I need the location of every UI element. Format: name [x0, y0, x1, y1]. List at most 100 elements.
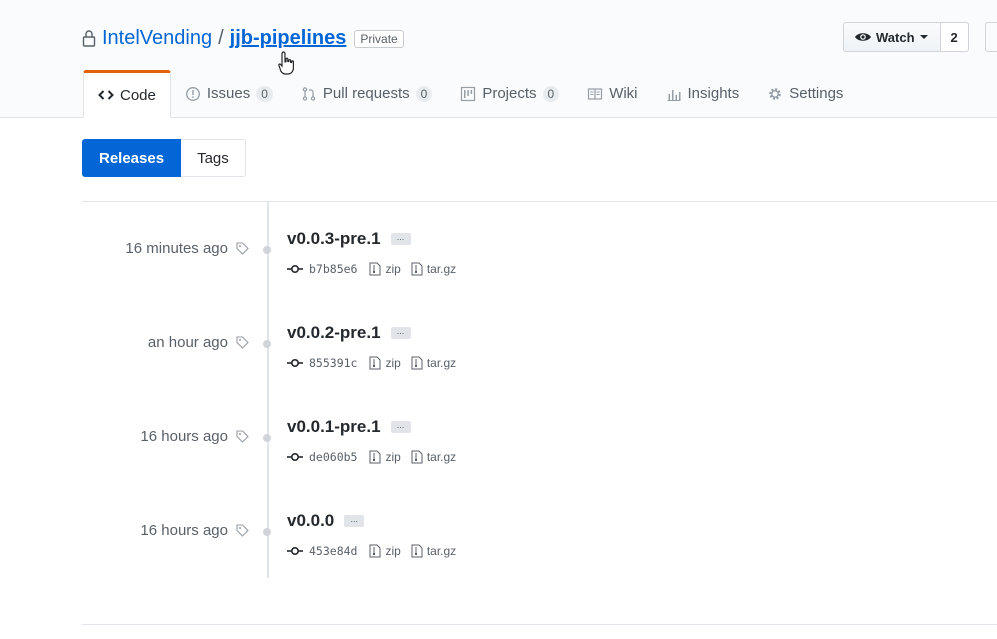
commit-sha-link[interactable]: 855391c	[309, 356, 357, 370]
file-zip-icon	[369, 356, 381, 370]
watch-button[interactable]: Watch	[843, 22, 941, 52]
release-name-link[interactable]: v0.0.0	[287, 511, 334, 531]
file-zip-icon	[411, 544, 423, 558]
repo-name-link[interactable]: jjb-pipelines	[230, 27, 347, 50]
tab-code[interactable]: Code	[83, 70, 171, 118]
release-entry: 16 hours ago v0.0.0 ... 453e84d zip tar.…	[0, 508, 997, 568]
release-date-text: 16 hours ago	[140, 522, 228, 539]
graph-icon	[667, 89, 681, 101]
file-zip-icon	[411, 356, 423, 370]
release-date: 16 hours ago	[140, 428, 249, 445]
release-entry: an hour ago v0.0.2-pre.1 ... 855391c zip…	[0, 320, 997, 380]
targz-label: tar.gz	[426, 262, 457, 276]
tab-label: Pull requests	[322, 85, 410, 102]
tab-pull-requests[interactable]: Pull requests 0	[287, 70, 446, 117]
issues-counter: 0	[256, 85, 273, 102]
download-targz-link[interactable]: tar.gz	[411, 262, 456, 276]
more-button[interactable]: ...	[390, 327, 411, 339]
zip-label: zip	[385, 544, 401, 558]
tab-label: Wiki	[609, 85, 638, 102]
timeline-dot	[263, 434, 271, 442]
repo-title: IntelVending / jjb-pipelines Private	[82, 24, 404, 52]
commit-icon	[287, 264, 303, 274]
watch-label: Watch	[876, 29, 915, 45]
download-zip-link[interactable]: zip	[369, 450, 401, 464]
download-zip-link[interactable]: zip	[369, 544, 401, 558]
release-title: v0.0.1-pre.1 ...	[287, 414, 411, 440]
tab-label: Issues	[206, 85, 251, 102]
repo-header: IntelVending / jjb-pipelines Private Wat…	[0, 0, 997, 118]
projects-counter: 0	[542, 85, 560, 102]
commit-sha-link[interactable]: de060b5	[309, 450, 357, 464]
commit-icon	[287, 358, 303, 368]
caret-down-icon	[919, 35, 928, 39]
download-zip-link[interactable]: zip	[369, 262, 401, 276]
tag-icon	[236, 524, 249, 537]
divider	[82, 201, 997, 202]
private-badge: Private	[354, 30, 404, 48]
releases-subnav: Releases Tags	[82, 139, 246, 177]
more-button[interactable]: ...	[390, 421, 411, 433]
pull-request-icon	[302, 86, 316, 101]
timeline-dot	[263, 528, 271, 536]
release-date-text: 16 hours ago	[140, 428, 228, 445]
commit-sha-link[interactable]: b7b85e6	[309, 262, 357, 276]
tab-settings[interactable]: Settings	[753, 70, 857, 117]
star-button-partial[interactable]	[985, 22, 997, 52]
repo-nav: Code Issues 0 Pull requests 0 Projects 0…	[83, 70, 857, 118]
tab-issues[interactable]: Issues 0	[171, 70, 287, 117]
release-date: 16 hours ago	[140, 522, 249, 539]
release-meta: de060b5 zip tar.gz	[287, 450, 466, 464]
issue-icon	[185, 86, 200, 101]
release-entry: 16 hours ago v0.0.1-pre.1 ... de060b5 zi…	[0, 414, 997, 474]
tab-label: Code	[120, 86, 156, 104]
commit-icon	[287, 452, 303, 462]
release-meta: 855391c zip tar.gz	[287, 356, 466, 370]
more-button[interactable]: ...	[344, 515, 365, 527]
release-title: v0.0.0 ...	[287, 508, 365, 534]
timeline-dot	[263, 246, 271, 254]
tags-button[interactable]: Tags	[181, 139, 246, 177]
pull-requests-counter: 0	[415, 85, 433, 102]
zip-label: zip	[385, 356, 401, 370]
watch-control: Watch 2	[843, 22, 969, 52]
tag-icon	[236, 242, 249, 255]
book-icon	[588, 87, 603, 100]
tab-projects[interactable]: Projects 0	[446, 70, 573, 117]
watch-count[interactable]: 2	[940, 22, 969, 52]
release-title: v0.0.2-pre.1 ...	[287, 320, 411, 346]
more-button[interactable]: ...	[390, 233, 411, 245]
releases-button[interactable]: Releases	[82, 139, 182, 177]
release-title: v0.0.3-pre.1 ...	[287, 226, 411, 252]
commit-sha-link[interactable]: 453e84d	[309, 544, 357, 558]
repo-owner-link[interactable]: IntelVending	[102, 27, 212, 50]
release-meta: 453e84d zip tar.gz	[287, 544, 466, 558]
release-name-link[interactable]: v0.0.1-pre.1	[287, 417, 381, 437]
file-zip-icon	[369, 544, 381, 558]
targz-label: tar.gz	[426, 356, 457, 370]
release-entry: 16 minutes ago v0.0.3-pre.1 ... b7b85e6 …	[0, 226, 997, 286]
file-zip-icon	[411, 262, 423, 276]
download-targz-link[interactable]: tar.gz	[411, 356, 456, 370]
download-targz-link[interactable]: tar.gz	[411, 450, 456, 464]
tag-icon	[236, 430, 249, 443]
path-separator: /	[218, 26, 224, 49]
download-targz-link[interactable]: tar.gz	[411, 544, 456, 558]
project-icon	[461, 86, 476, 101]
file-zip-icon	[411, 450, 423, 464]
tab-insights[interactable]: Insights	[652, 70, 754, 117]
file-zip-icon	[369, 450, 381, 464]
zip-label: zip	[385, 450, 401, 464]
targz-label: tar.gz	[426, 450, 457, 464]
code-icon	[98, 90, 114, 100]
download-zip-link[interactable]: zip	[369, 356, 401, 370]
release-name-link[interactable]: v0.0.3-pre.1	[287, 229, 381, 249]
tag-icon	[236, 336, 249, 349]
release-date-text: an hour ago	[147, 334, 228, 351]
tab-label: Settings	[789, 85, 844, 102]
zip-label: zip	[385, 262, 401, 276]
tab-label: Insights	[687, 85, 740, 102]
tab-label: Projects	[482, 85, 537, 102]
release-name-link[interactable]: v0.0.2-pre.1	[287, 323, 381, 343]
tab-wiki[interactable]: Wiki	[573, 70, 651, 117]
